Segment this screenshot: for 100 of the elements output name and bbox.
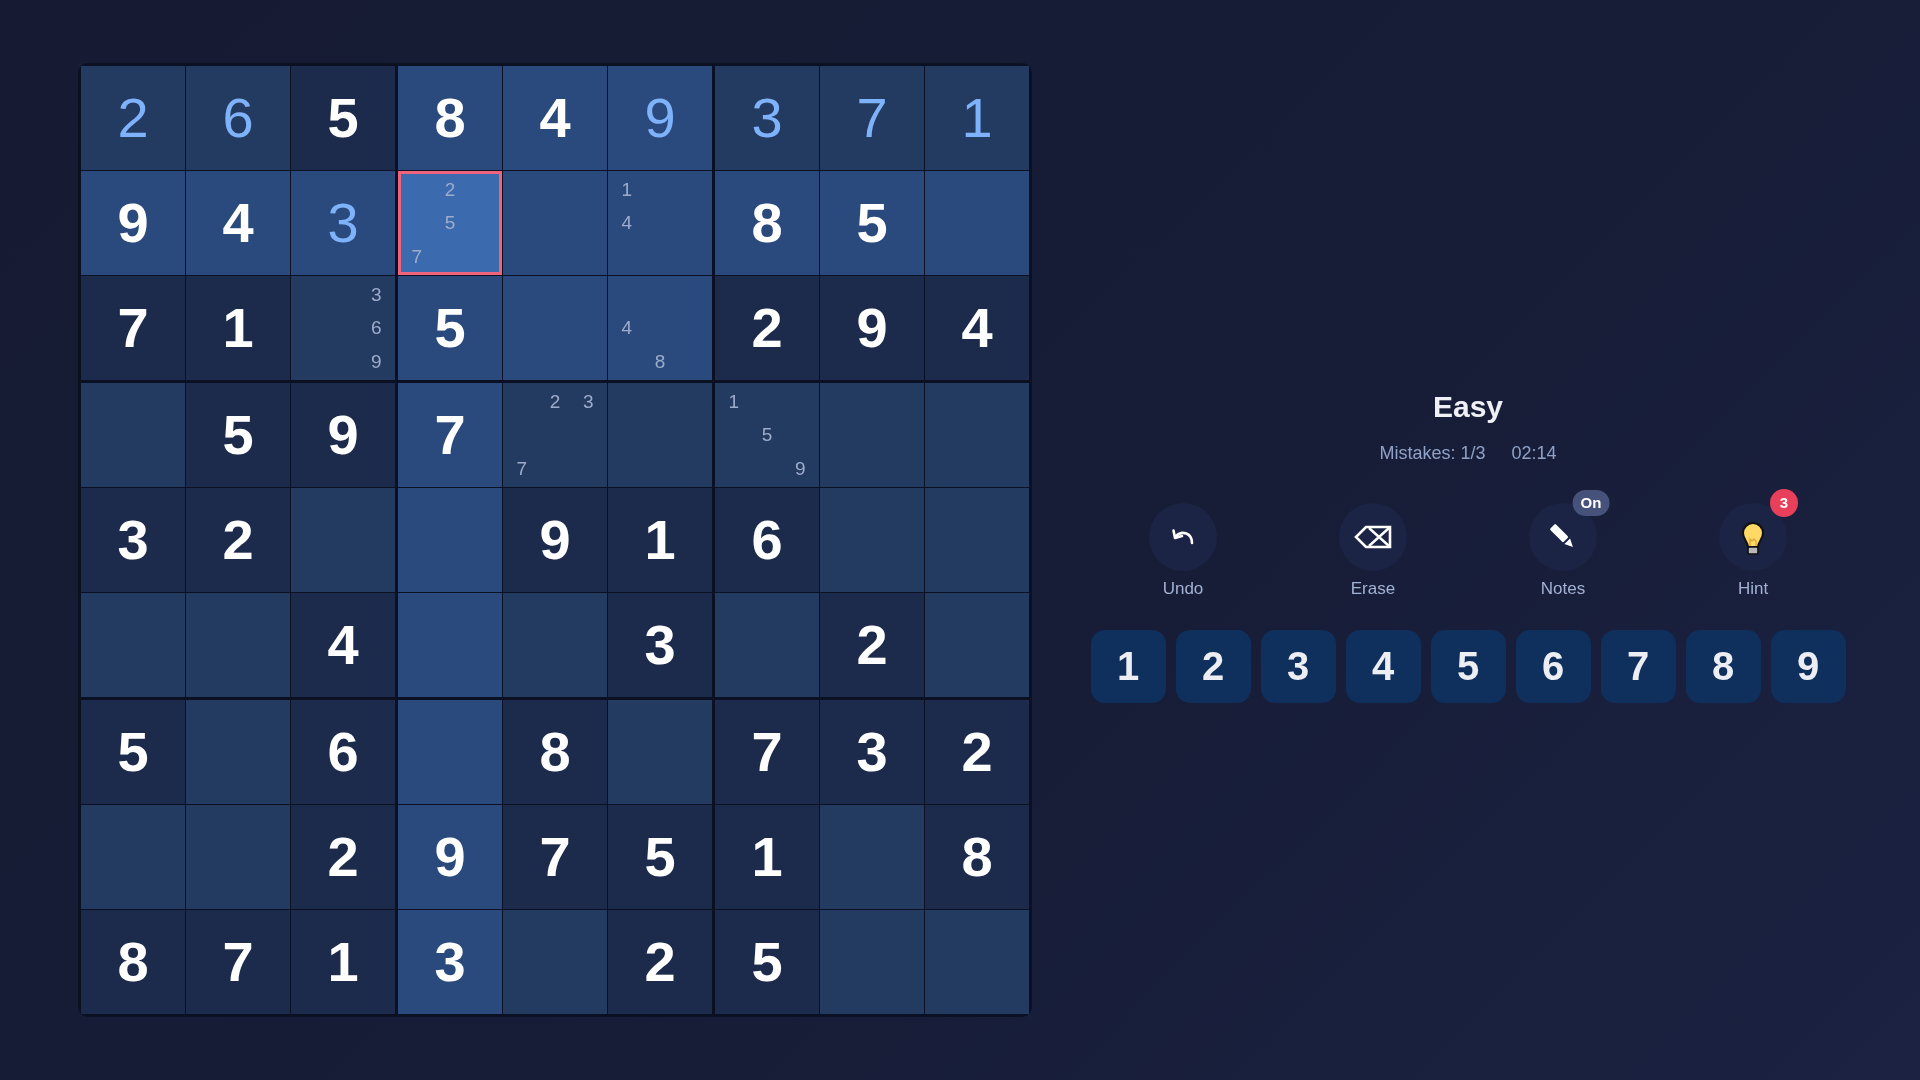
sudoku-cell[interactable] (398, 700, 502, 804)
sudoku-cell[interactable]: 9 (820, 276, 924, 380)
number-button[interactable]: 3 (1260, 630, 1336, 703)
sudoku-cell[interactable] (503, 593, 607, 697)
sudoku-cell[interactable] (398, 593, 502, 697)
sudoku-cell[interactable] (503, 171, 607, 275)
pencil-mark: 5 (761, 425, 773, 445)
pencil-mark: 9 (795, 458, 806, 478)
pencil-mark: 7 (411, 246, 422, 266)
sudoku-cell[interactable] (820, 805, 924, 909)
sudoku-cell[interactable] (81, 383, 185, 487)
sudoku-cell[interactable]: 3 (81, 488, 185, 592)
sudoku-cell[interactable]: 4 (925, 276, 1029, 380)
sudoku-cell[interactable]: 7 (820, 66, 924, 170)
sudoku-cell[interactable] (186, 700, 290, 804)
sudoku-cell[interactable]: 7 (715, 700, 819, 804)
sudoku-cell[interactable]: 5 (608, 805, 712, 909)
number-button[interactable]: 4 (1345, 630, 1421, 703)
sudoku-cell[interactable]: 9 (81, 171, 185, 275)
sudoku-cell[interactable] (81, 805, 185, 909)
sudoku-cell[interactable]: 3 (608, 593, 712, 697)
sudoku-cell[interactable]: 9 (398, 805, 502, 909)
erase-button[interactable]: Erase (1278, 503, 1468, 599)
sudoku-cell[interactable] (398, 488, 502, 592)
sudoku-cell[interactable]: 1 (608, 488, 712, 592)
sudoku-cell[interactable]: 5 (820, 171, 924, 275)
sudoku-cell[interactable]: 2 (291, 805, 395, 909)
sudoku-cell[interactable]: 9 (503, 488, 607, 592)
sudoku-cell[interactable]: 3 (398, 910, 502, 1014)
sudoku-cell[interactable]: 8 (81, 910, 185, 1014)
sudoku-cell[interactable]: 6 (186, 66, 290, 170)
sudoku-cell[interactable]: 4 8 (608, 276, 712, 380)
sudoku-cell[interactable]: 7 (503, 805, 607, 909)
sudoku-cell[interactable] (925, 383, 1029, 487)
sudoku-cell[interactable] (925, 910, 1029, 1014)
sudoku-cell[interactable] (503, 910, 607, 1014)
sudoku-cell[interactable]: 2 (820, 593, 924, 697)
sudoku-cell[interactable]: 6 (291, 700, 395, 804)
number-button[interactable]: 1 (1090, 630, 1166, 703)
sudoku-cell[interactable]: 4 (186, 171, 290, 275)
sudoku-cell[interactable] (925, 488, 1029, 592)
sudoku-cell[interactable]: 8 (503, 700, 607, 804)
pencil-mark: 6 (371, 318, 382, 338)
sudoku-cell[interactable]: 2 (81, 66, 185, 170)
sudoku-cell[interactable]: 1 (186, 276, 290, 380)
number-button[interactable]: 7 (1600, 630, 1676, 703)
sudoku-cell[interactable]: 3 (291, 171, 395, 275)
pencil-mark: 7 (516, 458, 527, 478)
sudoku-cell[interactable]: 9 (608, 66, 712, 170)
sudoku-cell[interactable]: 5 (398, 276, 502, 380)
sudoku-cell[interactable]: 2 (608, 910, 712, 1014)
sudoku-cell[interactable]: 5 (186, 383, 290, 487)
number-button[interactable]: 6 (1515, 630, 1591, 703)
sudoku-cell[interactable]: 3 6 9 (291, 276, 395, 380)
sudoku-cell[interactable] (186, 805, 290, 909)
sudoku-cell[interactable]: 2 3 7 (503, 383, 607, 487)
number-button[interactable]: 9 (1770, 630, 1846, 703)
sudoku-cell[interactable] (925, 171, 1029, 275)
sudoku-cell[interactable] (608, 700, 712, 804)
sudoku-cell[interactable] (186, 593, 290, 697)
sudoku-cell[interactable] (503, 276, 607, 380)
number-button[interactable]: 8 (1685, 630, 1761, 703)
sudoku-cell[interactable]: 6 (715, 488, 819, 592)
number-button[interactable]: 5 (1430, 630, 1506, 703)
sudoku-cell[interactable]: 2 (715, 276, 819, 380)
timer: 02:14 (1511, 442, 1557, 464)
pencil-mark: 5 (444, 213, 456, 233)
sudoku-cell[interactable]: 7 (81, 276, 185, 380)
sudoku-cell[interactable]: 7 (398, 383, 502, 487)
sudoku-cell[interactable]: 5 (81, 700, 185, 804)
sudoku-cell[interactable]: 2 (925, 700, 1029, 804)
sudoku-cell[interactable]: 5 (715, 910, 819, 1014)
sudoku-cell[interactable] (820, 488, 924, 592)
number-button[interactable]: 2 (1175, 630, 1251, 703)
sudoku-cell[interactable] (820, 910, 924, 1014)
sudoku-cell[interactable]: 4 (291, 593, 395, 697)
sudoku-cell[interactable]: 3 (820, 700, 924, 804)
sudoku-cell[interactable]: 8 (925, 805, 1029, 909)
sudoku-cell[interactable]: 8 (715, 171, 819, 275)
sudoku-cell[interactable]: 3 (715, 66, 819, 170)
undo-icon (1149, 503, 1217, 571)
sudoku-cell[interactable]: 1 5 9 (715, 383, 819, 487)
sudoku-cell[interactable]: 7 (186, 910, 290, 1014)
sudoku-cell[interactable] (715, 593, 819, 697)
undo-button[interactable]: Undo (1088, 503, 1278, 599)
sudoku-cell[interactable] (925, 593, 1029, 697)
sudoku-cell[interactable] (608, 383, 712, 487)
sudoku-cell[interactable]: 4 (503, 66, 607, 170)
sudoku-cell[interactable]: 1 (291, 910, 395, 1014)
sudoku-cell[interactable]: 1 (715, 805, 819, 909)
sudoku-cell[interactable] (820, 383, 924, 487)
sudoku-cell[interactable] (291, 488, 395, 592)
sudoku-cell[interactable]: 1 (925, 66, 1029, 170)
pencil-mark: 8 (654, 351, 666, 371)
sudoku-cell[interactable] (81, 593, 185, 697)
sudoku-cell[interactable]: 2 (186, 488, 290, 592)
sudoku-cell[interactable]: 8 (398, 66, 502, 170)
sudoku-cell[interactable]: 9 (291, 383, 395, 487)
sudoku-cell[interactable]: 1 4 (608, 171, 712, 275)
sudoku-cell[interactable]: 5 (291, 66, 395, 170)
